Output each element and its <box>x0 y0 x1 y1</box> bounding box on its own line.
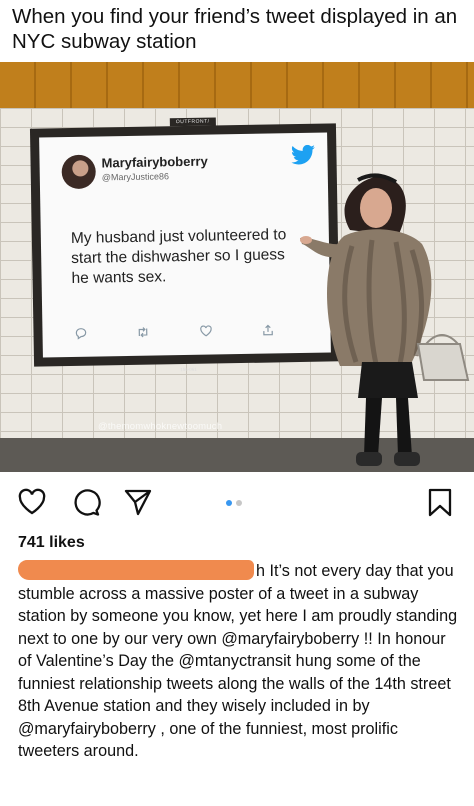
like-heart-icon <box>199 325 212 337</box>
tweet-text: My husband just volunteered to start the… <box>70 226 287 287</box>
likes-count[interactable]: 741 likes <box>18 534 85 552</box>
like-button[interactable] <box>16 486 48 518</box>
bookmark-icon <box>428 488 452 517</box>
tweet-author-name: Maryfairyboberry <box>101 153 208 171</box>
meme-caption: When you find your friend’s tweet displa… <box>12 5 458 53</box>
tweet-author-handle: @MaryJustice86 <box>101 171 170 183</box>
tweet-actions <box>74 323 274 340</box>
twitter-bird-icon <box>291 144 315 165</box>
comment-icon <box>74 489 101 516</box>
mention-link[interactable]: @mtanyctransit <box>178 652 291 670</box>
carousel-dot <box>236 500 242 506</box>
post-photo[interactable]: OUTFRONT/ Maryfairyboberry @MaryJustice8… <box>0 62 474 472</box>
reply-icon <box>75 328 87 340</box>
avatar <box>61 154 97 190</box>
poster-code: 156-061 <box>180 366 197 373</box>
outfront-label: OUTFRONT/ <box>169 117 216 127</box>
comment-button[interactable] <box>70 486 102 518</box>
send-icon <box>124 489 152 516</box>
mention-link[interactable]: @maryfairyboberry <box>221 630 359 648</box>
save-button[interactable] <box>424 486 456 518</box>
photo-watermark: @themomwhoknewtoomuch <box>98 421 223 432</box>
tweet-poster: OUTFRONT/ Maryfairyboberry @MaryJustice8… <box>29 117 341 372</box>
post-action-bar <box>0 478 474 524</box>
carousel-dot-active <box>226 500 232 506</box>
retweet-icon <box>138 327 148 338</box>
tile-band <box>0 62 474 108</box>
carousel-indicator <box>226 500 242 506</box>
redacted-username <box>18 560 254 580</box>
woman-figure <box>300 173 470 466</box>
post-caption: h It’s not every day that you stumble ac… <box>18 560 460 763</box>
mention-link[interactable]: @maryfairyboberry <box>18 720 156 738</box>
heart-icon <box>18 488 46 515</box>
share-upload-icon <box>263 324 273 336</box>
share-button[interactable] <box>122 486 154 518</box>
